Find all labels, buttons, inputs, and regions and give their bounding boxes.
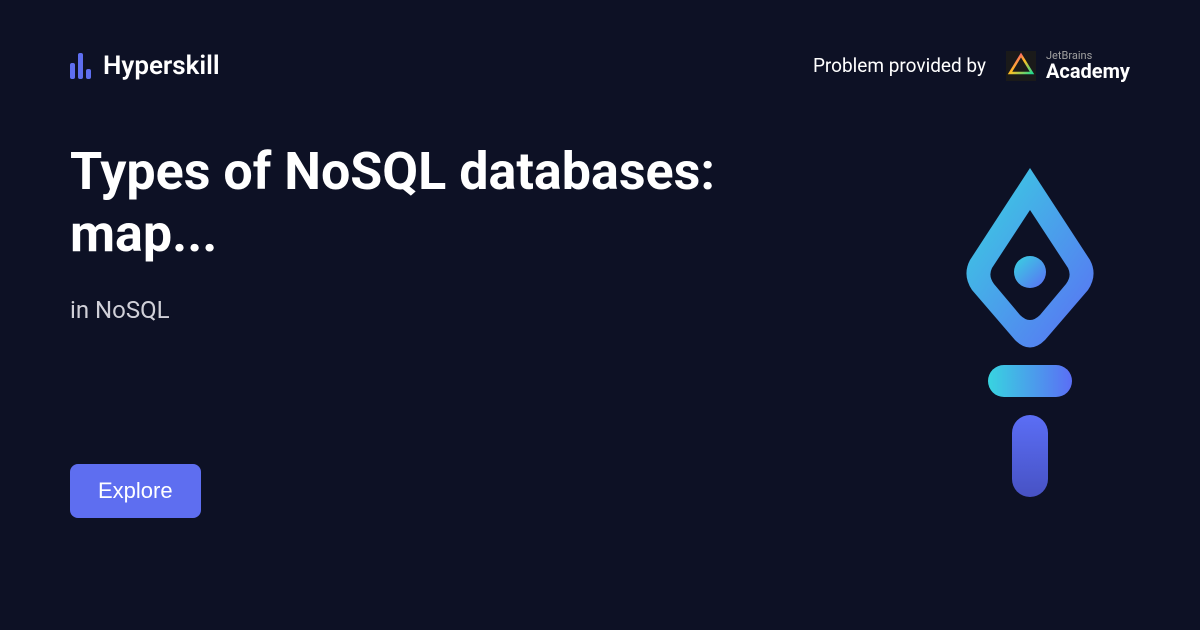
provider-text: Problem provided by <box>813 54 986 77</box>
hyperskill-icon <box>70 53 91 79</box>
pen-graphic-icon <box>950 160 1110 500</box>
provider-block: Problem provided by JetBrains <box>813 50 1130 81</box>
content-block: Types of NoSQL databases: map... in NoSQ… <box>70 141 790 518</box>
brand-logo[interactable]: Hyperskill <box>70 51 220 81</box>
header: Hyperskill Problem provided by <box>0 0 1200 81</box>
subtitle: in NoSQL <box>70 296 790 324</box>
page-title: Types of NoSQL databases: map... <box>70 141 790 266</box>
brand-name: Hyperskill <box>103 51 220 81</box>
academy-logo[interactable]: JetBrains Academy <box>1006 50 1130 81</box>
jetbrains-academy-icon <box>1006 51 1036 81</box>
explore-button[interactable]: Explore <box>70 464 201 518</box>
academy-brand-bottom: Academy <box>1046 61 1130 81</box>
academy-text: JetBrains Academy <box>1046 50 1130 81</box>
